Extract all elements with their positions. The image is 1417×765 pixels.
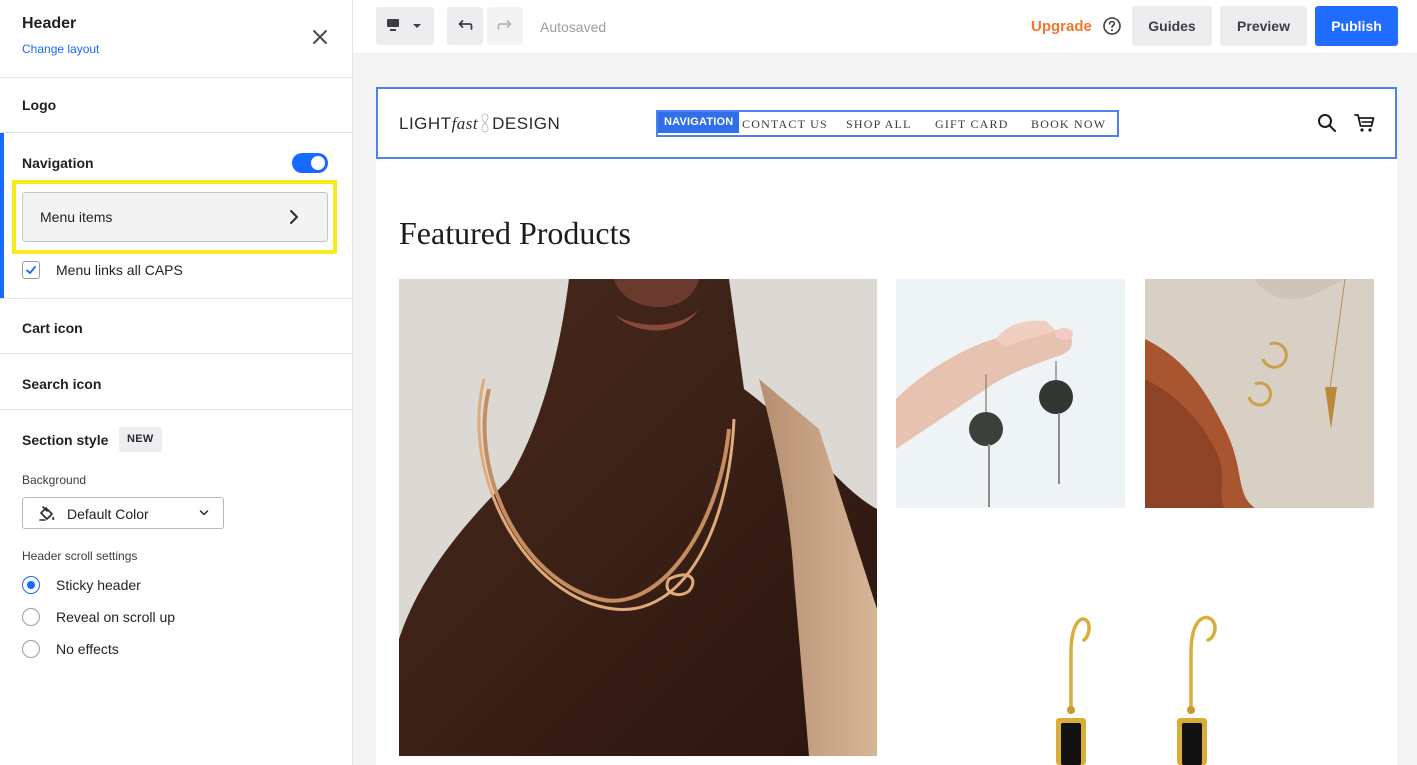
menu-items-label: Menu items	[40, 209, 113, 225]
active-section-indicator	[0, 133, 4, 298]
editor-toolbar: Autosaved Upgrade Guides Preview Publish	[353, 0, 1417, 54]
paint-bucket-icon	[39, 506, 55, 521]
radio-no-effects[interactable]	[22, 640, 40, 658]
chevron-right-icon	[290, 210, 298, 224]
autosave-status: Autosaved	[540, 19, 607, 35]
panel-header: Header Change layout	[0, 0, 352, 78]
section-navigation-label: Navigation	[22, 155, 94, 171]
undo-button[interactable]	[447, 7, 483, 45]
product-image-drop-earrings[interactable]	[896, 528, 1374, 765]
change-layout-link[interactable]: Change layout	[22, 42, 99, 56]
caps-checkbox-label: Menu links all CAPS	[56, 262, 183, 278]
settings-panel: Header Change layout Logo Navigation Men…	[0, 0, 353, 765]
nav-link-contact[interactable]: CONTACT US	[742, 117, 828, 132]
section-search-label: Search icon	[22, 376, 102, 392]
editor-canvas: LIGHTfast DESIGN CONTACT US SHOP ALL GIFT…	[353, 54, 1417, 765]
device-switcher-button[interactable]	[376, 7, 434, 45]
preview-button[interactable]: Preview	[1220, 6, 1307, 46]
preview-label: Preview	[1237, 18, 1290, 34]
logo-text-design: DESIGN	[492, 114, 561, 133]
section-navigation: Navigation Menu items Menu links all CAP…	[0, 133, 352, 299]
nav-link-shop-all[interactable]: SHOP ALL	[846, 117, 912, 132]
close-icon[interactable]	[308, 25, 332, 49]
upgrade-link[interactable]: Upgrade	[1031, 18, 1092, 35]
panel-title: Header	[22, 15, 77, 32]
help-icon[interactable]	[1102, 16, 1122, 36]
logo-text-light: LIGHT	[399, 114, 452, 133]
section-cart-label: Cart icon	[22, 320, 83, 336]
caps-checkbox[interactable]	[22, 261, 40, 279]
publish-button[interactable]: Publish	[1315, 6, 1398, 46]
background-select-value: Default Color	[67, 506, 149, 522]
product-image-necklace[interactable]	[399, 279, 877, 756]
scroll-settings-label: Header scroll settings	[22, 549, 138, 563]
necklace-photo	[399, 279, 877, 756]
logo-text-fast: fast	[451, 114, 479, 133]
navigation-selection-tag: NAVIGATION	[658, 112, 740, 133]
radio-sticky-header[interactable]	[22, 576, 40, 594]
section-logo[interactable]: Logo	[0, 78, 352, 133]
section-cart-icon[interactable]: Cart icon	[0, 299, 352, 354]
guides-button[interactable]: Guides	[1132, 6, 1212, 46]
toggle-knob	[311, 156, 325, 170]
section-style-label: Section style	[22, 432, 109, 448]
section-logo-label: Logo	[22, 97, 57, 113]
redo-button[interactable]	[487, 7, 523, 45]
desktop-icon	[387, 19, 421, 31]
check-icon	[26, 266, 36, 274]
radio-sticky-header-label: Sticky header	[56, 577, 141, 593]
background-label: Background	[22, 473, 87, 487]
radio-reveal-on-scroll-label: Reveal on scroll up	[56, 609, 176, 625]
site-header[interactable]: LIGHTfast DESIGN CONTACT US SHOP ALL GIFT…	[376, 87, 1397, 159]
publish-label: Publish	[1331, 18, 1382, 34]
navigation-toggle[interactable]	[292, 153, 328, 173]
drop-earrings-photo	[896, 528, 1374, 765]
product-image-gold-set[interactable]	[1145, 279, 1374, 508]
navigation-block[interactable]: CONTACT US SHOP ALL GIFT CARD BOOK NOW N…	[656, 110, 1119, 137]
featured-products-heading: Featured Products	[399, 215, 631, 251]
nav-link-gift-card[interactable]: GIFT CARD	[935, 117, 1009, 132]
radio-reveal-on-scroll[interactable]	[22, 608, 40, 626]
undo-icon	[458, 20, 473, 30]
menu-items-button[interactable]: Menu items	[22, 192, 328, 242]
background-select[interactable]: Default Color	[22, 497, 224, 529]
search-icon[interactable]	[1317, 113, 1337, 133]
new-badge: NEW	[119, 427, 162, 452]
radio-no-effects-label: No effects	[56, 641, 119, 657]
lava-earrings-photo	[896, 279, 1125, 508]
logo-infinity-icon	[481, 113, 489, 133]
chevron-down-icon	[199, 510, 209, 516]
redo-icon	[497, 20, 512, 30]
site-logo[interactable]: LIGHTfast DESIGN	[399, 113, 560, 134]
site-preview: LIGHTfast DESIGN CONTACT US SHOP ALL GIFT…	[376, 87, 1397, 765]
guides-label: Guides	[1148, 18, 1196, 34]
gold-set-photo	[1145, 279, 1374, 508]
cart-icon[interactable]	[1354, 112, 1376, 134]
nav-link-book-now[interactable]: BOOK NOW	[1031, 117, 1106, 132]
section-search-icon[interactable]: Search icon	[0, 354, 352, 410]
product-image-lava-earrings[interactable]	[896, 279, 1125, 508]
section-style: Section style NEW Background Default Col…	[0, 410, 352, 765]
